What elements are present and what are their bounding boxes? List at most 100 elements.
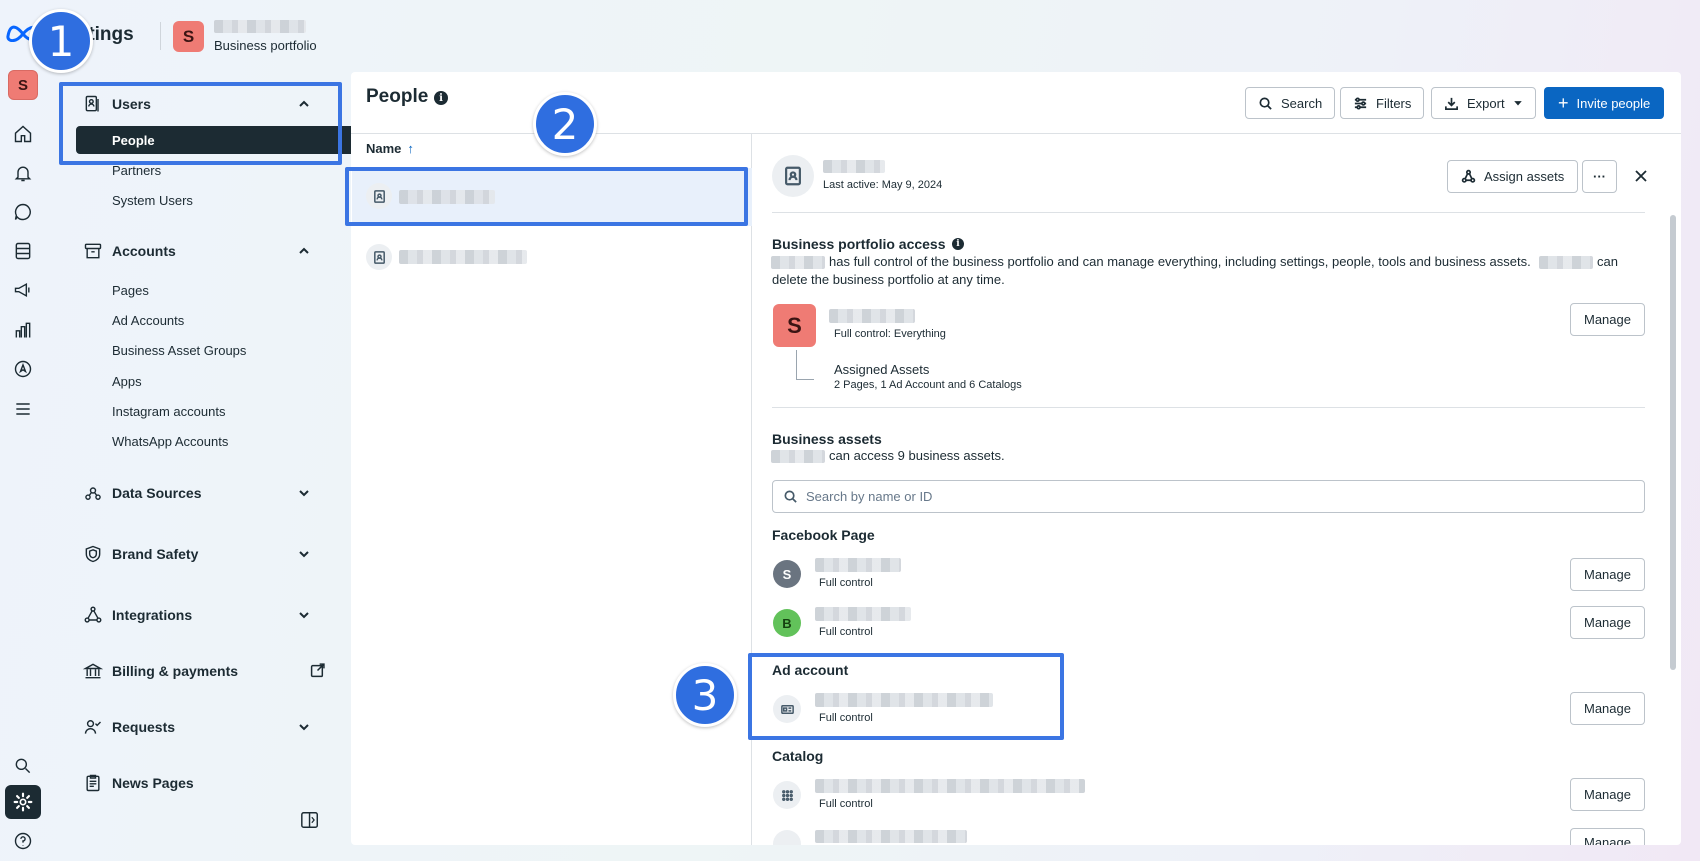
- sidebar-item-ad-accounts[interactable]: Ad Accounts: [112, 313, 184, 328]
- archive-icon: [83, 241, 103, 261]
- manage-portfolio-button[interactable]: Manage: [1570, 303, 1645, 336]
- settings-sidebar: Users People Partners System Users Accou…: [47, 70, 359, 861]
- compass-icon[interactable]: [11, 357, 35, 381]
- asset-search-placeholder: Search by name or ID: [806, 489, 933, 504]
- portfolio-access-title: Business portfolio access: [772, 236, 946, 252]
- callout-step-3: 3: [673, 663, 737, 727]
- portfolio-name-redacted: [829, 309, 915, 323]
- share-nodes-icon: [1461, 169, 1476, 183]
- sidebar-item-system-users[interactable]: System Users: [112, 193, 193, 208]
- settings-button[interactable]: [5, 785, 41, 819]
- chat-icon[interactable]: [11, 200, 35, 224]
- portfolio-access-description-cont: can: [1597, 254, 1618, 269]
- bank-icon: [82, 661, 104, 681]
- person-badge-icon: [366, 244, 392, 270]
- external-link-icon: [310, 663, 325, 678]
- sidebar-section-brand-safety[interactable]: Brand Safety: [47, 537, 351, 571]
- page-access-level: Full control: [819, 577, 873, 589]
- filters-button-label: Filters: [1376, 95, 1412, 111]
- sliders-icon: [1354, 97, 1367, 109]
- info-icon[interactable]: i: [434, 91, 448, 105]
- menu-icon[interactable]: [11, 397, 35, 421]
- sidebar-section-label: Requests: [112, 719, 176, 735]
- home-icon[interactable]: [11, 122, 35, 146]
- page-name-redacted: [815, 607, 911, 621]
- portfolio-access-level: Full control: Everything: [834, 328, 946, 340]
- sidebar-item-partners[interactable]: Partners: [112, 163, 161, 178]
- business-assets-title: Business assets: [772, 431, 882, 447]
- sidebar-section-requests[interactable]: Requests: [47, 710, 351, 744]
- chevron-up-icon: [297, 244, 311, 258]
- help-icon[interactable]: [11, 829, 35, 853]
- detail-scrollbar[interactable]: [1670, 215, 1676, 670]
- sidebar-section-label: News Pages: [112, 775, 194, 791]
- sidebar-section-label: Brand Safety: [112, 546, 199, 562]
- sidebar-section-accounts[interactable]: Accounts: [47, 234, 351, 268]
- person-name-redacted: [399, 250, 527, 264]
- sidebar-section-label: Accounts: [112, 243, 176, 259]
- manage-catalog-button[interactable]: Manage: [1570, 778, 1645, 811]
- assigned-assets-summary: 2 Pages, 1 Ad Account and 6 Catalogs: [834, 379, 1022, 391]
- assigned-assets-title: Assigned Assets: [834, 362, 930, 377]
- invite-people-button[interactable]: + Invite people: [1544, 87, 1665, 119]
- manage-page-button[interactable]: Manage: [1570, 606, 1645, 639]
- person-name-redacted: [771, 256, 825, 269]
- name-column-header[interactable]: Name ↑: [366, 141, 414, 156]
- megaphone-icon[interactable]: [11, 278, 35, 302]
- portfolio-access-description: has full control of the business portfol…: [829, 254, 1531, 269]
- sidebar-section-label: Billing & payments: [112, 663, 239, 679]
- page-avatar: B: [773, 609, 801, 637]
- page-name-redacted: [815, 558, 901, 572]
- sidebar-item-whatsapp-accounts[interactable]: WhatsApp Accounts: [112, 434, 228, 449]
- sidebar-section-integrations[interactable]: Integrations: [47, 598, 351, 632]
- catalog-title: Catalog: [772, 748, 824, 764]
- assign-assets-label: Assign assets: [1484, 169, 1565, 184]
- sidebar-section-label: Data Sources: [112, 485, 202, 501]
- assign-assets-button[interactable]: Assign assets: [1447, 160, 1579, 193]
- highlight-ad-account: [748, 653, 1064, 740]
- more-options-button[interactable]: ···: [1582, 160, 1617, 193]
- clipboard-icon: [83, 773, 103, 793]
- sidebar-item-instagram-accounts[interactable]: Instagram accounts: [112, 404, 225, 419]
- portfolio-avatar[interactable]: S: [173, 21, 204, 52]
- portfolio-name-redacted: [214, 20, 306, 33]
- export-button-label: Export: [1467, 95, 1505, 111]
- search-icon: [784, 490, 797, 503]
- sidebar-item-pages[interactable]: Pages: [112, 283, 149, 298]
- chevron-down-icon: [297, 608, 311, 622]
- search-icon[interactable]: [11, 754, 35, 778]
- person-name-redacted: [1539, 256, 1593, 269]
- asset-search-input[interactable]: Search by name or ID: [772, 480, 1645, 513]
- close-icon[interactable]: [1633, 168, 1651, 186]
- manage-catalog-button[interactable]: Manage: [1570, 828, 1645, 845]
- sort-arrow-icon: ↑: [407, 141, 414, 156]
- manage-ad-account-button[interactable]: Manage: [1570, 692, 1645, 725]
- portfolio-access-description-end: delete the business portfolio at any tim…: [772, 272, 1005, 287]
- chart-icon[interactable]: [11, 318, 35, 342]
- sidebar-section-billing[interactable]: Billing & payments: [47, 654, 351, 688]
- info-icon[interactable]: i: [952, 238, 964, 250]
- sidebar-section-label: Integrations: [112, 607, 193, 623]
- sidebar-section-data-sources[interactable]: Data Sources: [47, 476, 351, 510]
- collapse-panel-icon[interactable]: [300, 810, 322, 832]
- facebook-page-title: Facebook Page: [772, 527, 875, 543]
- invite-people-label: Invite people: [1576, 95, 1651, 111]
- detail-person-name-redacted: [823, 160, 885, 173]
- rail-portfolio-avatar[interactable]: S: [8, 70, 38, 100]
- pages-icon[interactable]: [11, 239, 35, 263]
- manage-page-button[interactable]: Manage: [1570, 558, 1645, 591]
- plus-icon: +: [1558, 93, 1569, 113]
- sidebar-item-business-asset-groups[interactable]: Business Asset Groups: [112, 343, 246, 358]
- manage-label-partial: Manage: [1584, 835, 1631, 845]
- export-button[interactable]: Export: [1431, 87, 1536, 119]
- chevron-down-icon: [297, 720, 311, 734]
- name-column-label: Name: [366, 141, 402, 156]
- gear-icon: [13, 792, 33, 812]
- bell-icon[interactable]: [11, 161, 35, 185]
- tree-connector: [796, 350, 814, 380]
- filters-button[interactable]: Filters: [1340, 87, 1425, 119]
- page-avatar: S: [773, 560, 801, 588]
- sidebar-item-apps[interactable]: Apps: [112, 374, 142, 389]
- sidebar-section-news-pages[interactable]: News Pages: [47, 766, 351, 800]
- search-button[interactable]: Search: [1245, 87, 1336, 119]
